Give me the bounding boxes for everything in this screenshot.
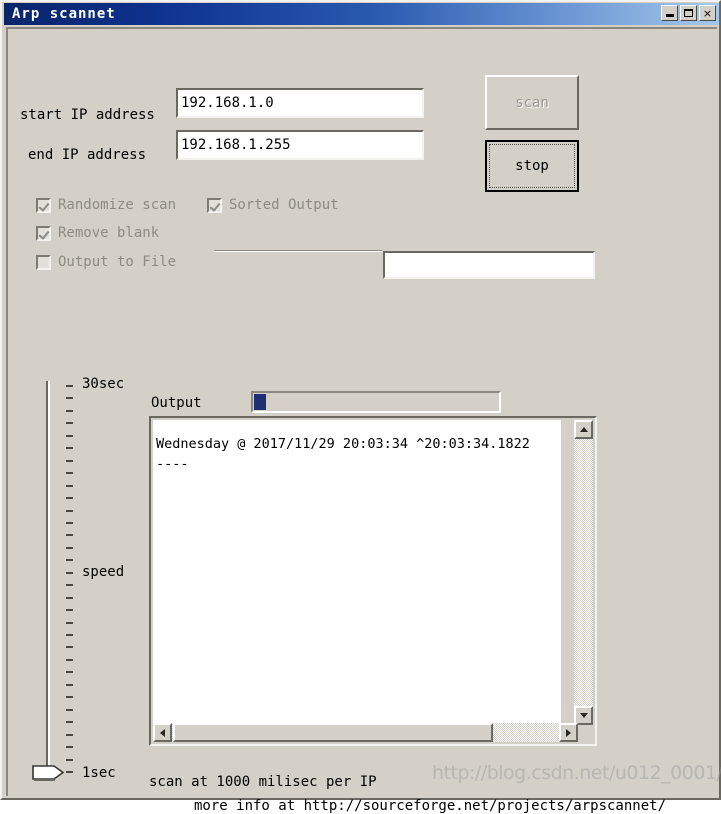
slider-tick	[66, 609, 73, 612]
status-line-scan-rate: scan at 1000 milisec per IP	[149, 774, 377, 790]
speed-slider-track[interactable]	[46, 381, 50, 773]
slider-tick	[66, 621, 73, 624]
window-titlebar[interactable]: Arp scannet ×	[4, 3, 719, 25]
scroll-up-button[interactable]	[574, 420, 593, 439]
slider-max-label: 30sec	[82, 376, 125, 392]
slider-tick	[66, 696, 73, 699]
checkbox-remove-blank[interactable]: Remove blank	[36, 225, 159, 241]
slider-tick	[66, 671, 73, 674]
checkbox-label: Remove blank	[58, 225, 160, 241]
slider-tick	[66, 646, 73, 649]
start-ip-input[interactable]: 192.168.1.0	[176, 88, 424, 118]
slider-tick	[66, 472, 73, 475]
arrow-left-icon	[160, 728, 165, 737]
slider-tick	[66, 534, 73, 537]
slider-tick	[66, 733, 73, 736]
checkbox-randomize-scan[interactable]: Randomize scan	[36, 197, 176, 213]
output-progress-label: Output	[151, 395, 202, 411]
arrow-right-icon	[566, 728, 571, 737]
checkbox-indicator	[207, 197, 222, 213]
slider-tick	[66, 571, 73, 574]
close-icon: ×	[702, 6, 713, 20]
stop-button[interactable]: stop	[485, 140, 579, 192]
slider-min-label: 1sec	[82, 765, 116, 781]
minimize-button[interactable]	[661, 5, 678, 21]
start-ip-value: 192.168.1.0	[181, 95, 274, 111]
titlebar-button-group: ×	[661, 5, 716, 21]
slider-tick	[66, 409, 73, 412]
slider-mid-label: speed	[82, 564, 125, 580]
slider-tick	[66, 658, 73, 661]
scan-button-label: scan	[515, 94, 549, 111]
slider-tick	[66, 771, 73, 773]
slider-tick	[66, 546, 73, 549]
scan-button[interactable]: scan	[485, 75, 579, 130]
slider-tick	[66, 559, 73, 562]
checkbox-label: Output to File	[58, 254, 177, 270]
arrow-down-icon	[579, 713, 588, 718]
scroll-left-button[interactable]	[153, 723, 172, 742]
checkbox-label: Sorted Output	[229, 197, 339, 213]
end-ip-label: end IP address	[28, 147, 147, 163]
output-progress-fill	[254, 394, 267, 410]
speed-slider-thumb[interactable]	[32, 763, 64, 782]
horizontal-scroll-thumb[interactable]	[173, 723, 493, 742]
checkbox-output-to-file[interactable]: Output to File	[36, 254, 176, 270]
close-button[interactable]: ×	[699, 5, 716, 21]
status-line-more-info: more info at http://sourceforge.net/proj…	[194, 798, 667, 814]
client-area: start IP address 192.168.1.0 end IP addr…	[6, 27, 717, 814]
scroll-right-button[interactable]	[559, 723, 578, 742]
arrow-up-icon	[579, 427, 588, 432]
slider-tick	[66, 447, 73, 450]
stop-button-label: stop	[515, 158, 549, 174]
end-ip-value: 192.168.1.255	[181, 137, 291, 153]
maximize-button[interactable]	[680, 5, 697, 21]
slider-tick	[66, 584, 73, 587]
checkbox-indicator	[36, 254, 51, 270]
slider-tick	[66, 422, 73, 425]
output-progress-bar	[251, 391, 501, 413]
slider-tick	[66, 683, 73, 686]
slider-tick	[66, 385, 73, 387]
end-ip-input[interactable]: 192.168.1.255	[176, 130, 424, 160]
slider-tick	[66, 746, 73, 749]
slider-tick	[66, 758, 73, 761]
start-ip-label: start IP address	[20, 107, 155, 123]
slider-tick	[66, 497, 73, 500]
output-textarea[interactable]: Wednesday @ 2017/11/29 20:03:34 ^20:03:3…	[153, 420, 561, 725]
checkbox-indicator	[36, 197, 51, 213]
slider-tick	[66, 596, 73, 599]
app-window: Arp scannet × start IP address 192.168.1…	[0, 0, 721, 814]
slider-tick	[66, 721, 73, 724]
slider-tick	[66, 484, 73, 487]
slider-tick	[66, 434, 73, 437]
output-textarea-panel: Wednesday @ 2017/11/29 20:03:34 ^20:03:3…	[149, 416, 597, 746]
slider-tick	[66, 634, 73, 637]
window-title: Arp scannet	[12, 6, 116, 22]
output-horizontal-scrollbar[interactable]	[153, 723, 578, 742]
slider-tick	[66, 459, 73, 462]
output-vertical-scrollbar[interactable]	[574, 420, 593, 725]
minimize-icon	[665, 14, 674, 17]
checkbox-sorted-output[interactable]: Sorted Output	[207, 197, 339, 213]
slider-tick	[66, 521, 73, 524]
slider-tick	[66, 509, 73, 512]
slider-tick	[66, 708, 73, 711]
output-file-input[interactable]	[383, 251, 595, 279]
maximize-icon	[684, 9, 693, 17]
checkbox-indicator	[36, 225, 51, 241]
separator-line	[214, 250, 382, 252]
slider-tick	[66, 397, 73, 400]
checkbox-label: Randomize scan	[58, 197, 177, 213]
